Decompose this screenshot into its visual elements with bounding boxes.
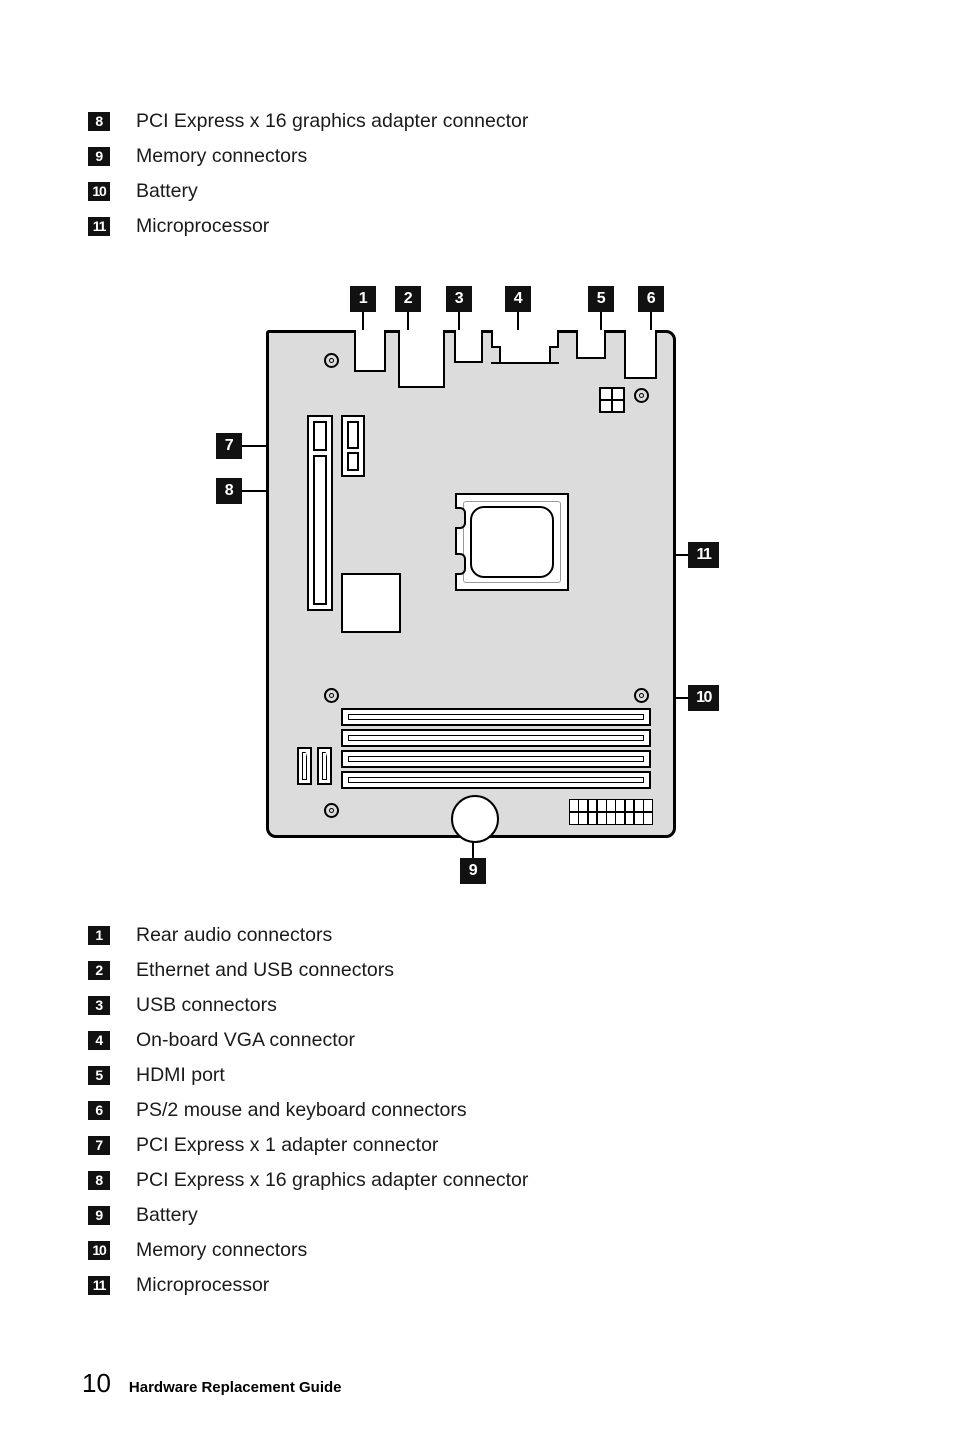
callout-5: 5 [588,286,614,312]
pci-express-x16-graphics-adapter-connector [307,415,333,611]
legend-badge-9-main: 9 [88,1206,110,1225]
callout-1: 1 [350,286,376,312]
list-item: 4 On-board VGA connector [88,1023,528,1058]
legend-badge-7: 7 [88,1136,110,1155]
legend-label-5: HDMI port [136,1064,225,1086]
callout-11: 11 [688,542,719,568]
legend-label-1: Rear audio connectors [136,924,333,946]
legend-badge-8: 8 [88,112,110,131]
list-item: 9 Memory connectors [88,139,528,174]
list-item: 10 Memory connectors [88,1233,528,1268]
legend-list-top: 8 PCI Express x 16 graphics adapter conn… [88,104,528,244]
microprocessor [455,493,569,591]
sata-connector-1 [297,747,312,785]
rear-audio-connectors [354,330,386,372]
legend-label-3: USB connectors [136,994,277,1016]
callout-4: 4 [505,286,531,312]
page-number: 10 [82,1368,111,1398]
ps2-mouse-and-keyboard-connectors [624,330,657,379]
system-board [266,330,676,843]
callout-8: 8 [216,478,242,504]
callout-10: 10 [688,685,719,711]
dimm-slot-3 [341,750,651,768]
list-item: 8 PCI Express x 16 graphics adapter conn… [88,1163,528,1198]
legend-badge-1: 1 [88,926,110,945]
list-item: 10 Battery [88,174,528,209]
legend-badge-5: 5 [88,1066,110,1085]
legend-label-8: PCI Express x 16 graphics adapter connec… [136,110,529,132]
list-item: 11 Microprocessor [88,1268,528,1303]
legend-label-8-main: PCI Express x 16 graphics adapter connec… [136,1169,529,1191]
callout-2: 2 [395,286,421,312]
legend-badge-11: 11 [88,217,110,236]
mounting-hole-top-right [634,388,649,403]
legend-badge-9: 9 [88,147,110,166]
list-item: 8 PCI Express x 16 graphics adapter conn… [88,104,528,139]
list-item: 6 PS/2 mouse and keyboard connectors [88,1093,528,1128]
battery [451,795,499,843]
list-item: 7 PCI Express x 1 adapter connector [88,1128,528,1163]
chipset-square [341,573,401,633]
legend-badge-4: 4 [88,1031,110,1050]
pci-express-x1-adapter-connector [341,415,365,477]
dimm-slot-4 [341,771,651,789]
callout-7: 7 [216,433,242,459]
list-item: 1 Rear audio connectors [88,918,528,953]
document-title: Hardware Replacement Guide [128,1379,342,1396]
legend-label-4: On-board VGA connector [136,1029,355,1051]
legend-label-9-main: Battery [136,1204,198,1226]
list-item: 5 HDMI port [88,1058,528,1093]
legend-badge-3: 3 [88,996,110,1015]
legend-label-6: PS/2 mouse and keyboard connectors [136,1099,467,1121]
legend-label-11-main: Microprocessor [136,1274,270,1296]
mounting-hole-mid-left [324,688,339,703]
list-item: 11 Microprocessor [88,209,528,244]
mounting-hole-bottom-left [324,803,339,818]
callout-6: 6 [638,286,664,312]
sata-connector-2 [317,747,332,785]
list-item: 9 Battery [88,1198,528,1233]
legend-badge-6: 6 [88,1101,110,1120]
legend-label-9: Memory connectors [136,145,308,167]
legend-label-11: Microprocessor [136,215,270,237]
cpu-power-connector [599,387,625,413]
system-board-figure: 1 2 3 4 5 6 7 8 11 10 9 [0,270,954,900]
legend-badge-10: 10 [88,182,110,201]
page-footer: 10 Hardware Replacement Guide [82,1368,342,1399]
legend-badge-10-main: 10 [88,1241,110,1260]
ethernet-and-usb-connectors [398,330,445,388]
hdmi-port [576,330,606,359]
list-item: 3 USB connectors [88,988,528,1023]
dimm-slot-2 [341,729,651,747]
legend-label-10: Battery [136,180,198,202]
list-item: 2 Ethernet and USB connectors [88,953,528,988]
dimm-slot-1 [341,708,651,726]
on-board-vga-connector [491,330,559,364]
legend-badge-2: 2 [88,961,110,980]
legend-label-10-main: Memory connectors [136,1239,308,1261]
mounting-hole-top-left [324,353,339,368]
legend-badge-8-main: 8 [88,1171,110,1190]
legend-badge-11-main: 11 [88,1276,110,1295]
callout-3: 3 [446,286,472,312]
legend-list-main: 1 Rear audio connectors 2 Ethernet and U… [88,918,528,1303]
callout-9: 9 [460,858,486,884]
legend-label-7: PCI Express x 1 adapter connector [136,1134,439,1156]
front-panel-pin-header [569,799,653,825]
mounting-hole-mid-right [634,688,649,703]
usb-connectors [454,330,483,363]
legend-label-2: Ethernet and USB connectors [136,959,394,981]
